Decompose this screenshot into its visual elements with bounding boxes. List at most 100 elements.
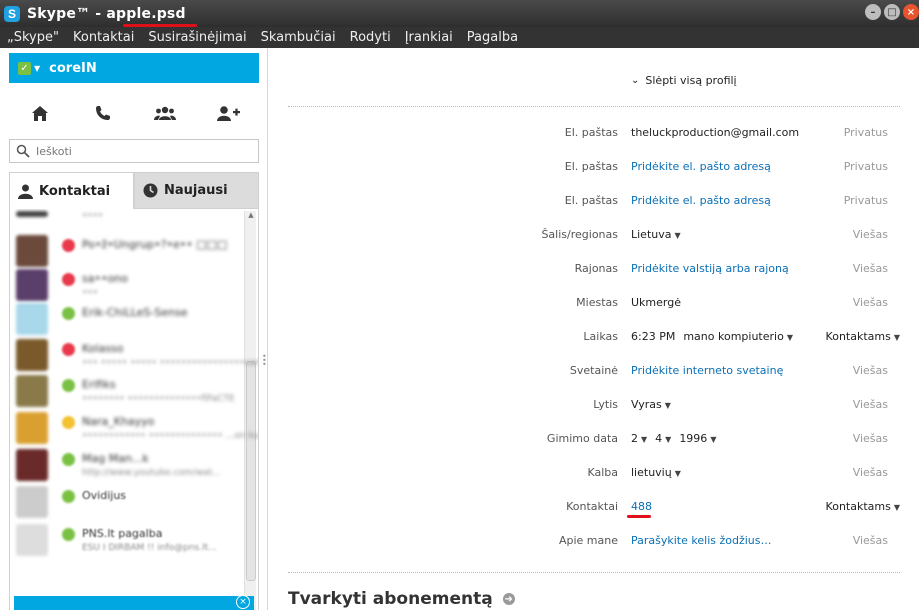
profile-field-row: Lytis Vyras ▼ Viešas — [269, 395, 919, 415]
privacy-setting: Viešas — [853, 432, 888, 445]
contact-mood-message: http://www.youtube.com/wat... — [82, 468, 221, 478]
profile-field-value[interactable]: theluckproduction@gmail.com — [631, 126, 799, 139]
menu-help[interactable]: Pagalba — [460, 30, 525, 45]
privacy-setting[interactable]: Kontaktams ▼ — [826, 500, 900, 513]
presence-status-icon — [62, 416, 75, 429]
dropdown-caret-icon[interactable]: ▼ — [675, 231, 681, 240]
tab-contacts[interactable]: Kontaktai — [9, 172, 134, 209]
menu-calls[interactable]: Skambučiai — [254, 30, 343, 45]
contact-mood-message: •••• — [82, 211, 104, 221]
privacy-setting-label: Kontaktams — [825, 500, 891, 513]
privacy-setting: Viešas — [853, 398, 888, 411]
profile-field-value[interactable]: Vyras ▼ — [631, 398, 671, 411]
profile-field-label: Rajonas — [574, 262, 618, 275]
profile-field-label: Kontaktai — [566, 500, 618, 513]
phone-icon[interactable] — [88, 101, 118, 125]
time-source-select[interactable]: mano kompiuterio ▼ — [683, 330, 793, 343]
quick-actions — [9, 98, 259, 128]
profile-field-row: El. paštas Pridėkite el. pašto adresą Priv… — [269, 191, 919, 211]
profile-field-value-text: 2 — [631, 432, 638, 445]
search-icon — [16, 144, 30, 158]
contact-item[interactable]: Nara_Khayyo •••••••••••• •••••••••••••• .… — [16, 408, 258, 448]
hide-profile-toggle[interactable]: ⌄ Slėpti visą profilį — [631, 74, 737, 87]
contact-avatar — [16, 303, 48, 335]
profile-field-value[interactable]: Pridėkite valstiją arba rajoną — [631, 262, 789, 275]
contact-item[interactable]: Mag Man...k http://www.youtube.com/wat... — [16, 445, 240, 485]
contact-mood-message: ESU I DIRBAM !! info@pns.lt... — [82, 543, 217, 553]
status-dropdown-icon[interactable]: ▼ — [34, 64, 40, 73]
privacy-setting-label: Viešas — [852, 228, 888, 241]
contact-mood-message: ••• ••••• ••••• ••••••••••••••••sam... — [82, 358, 259, 368]
maximize-button[interactable]: □ — [884, 4, 900, 20]
profile-field-value-text: Parašykite kelis žodžius… — [631, 534, 772, 547]
contact-name: Po•ž•Ungrup•?•e•• □□□ — [82, 238, 228, 251]
close-button[interactable]: × — [903, 4, 919, 20]
profile-field-label: Gimimo data — [546, 432, 618, 445]
arrow-right-icon[interactable]: ➜ — [502, 593, 515, 605]
minimize-button[interactable]: – — [865, 4, 881, 20]
profile-field-value[interactable]: 6:23 PM mano kompiuterio ▼ — [631, 330, 793, 343]
profile-field-value[interactable]: Pridėkite interneto svetainę — [631, 364, 783, 377]
divider — [288, 572, 900, 573]
scroll-up-icon[interactable]: ▲ — [245, 211, 257, 221]
menu-skype[interactable]: „Skype" — [0, 30, 66, 45]
privacy-setting[interactable]: Kontaktams ▼ — [826, 330, 900, 343]
privacy-setting-label: Viešas — [852, 262, 888, 275]
search-input[interactable] — [36, 144, 236, 158]
menu-contacts[interactable]: Kontaktai — [66, 30, 141, 45]
birth-year-select[interactable]: 1996 ▼ — [679, 432, 716, 445]
dropdown-caret-icon[interactable]: ▼ — [665, 401, 671, 410]
menu-conversations[interactable]: Susirašinėjimai — [141, 30, 253, 45]
panel-splitter[interactable]: • • • — [262, 353, 267, 369]
menu-tools[interactable]: Įrankiai — [398, 30, 460, 45]
profile-field-value[interactable]: lietuvių ▼ — [631, 466, 681, 479]
dropdown-caret-icon[interactable]: ▼ — [787, 333, 793, 342]
profile-field-value[interactable]: 488 — [631, 500, 652, 513]
profile-panel: ⌄ Slėpti visą profilį Tvarkyti abonement… — [269, 48, 919, 610]
user-status-bar[interactable]: ✓ ▼ coreIN — [9, 53, 259, 83]
profile-field-row: Apie mane Parašykite kelis žodžius… Viešas — [269, 531, 919, 551]
birth-day-select[interactable]: 4 ▼ — [655, 432, 671, 445]
profile-field-label: El. paštas — [564, 194, 618, 207]
tab-recent[interactable]: Naujausi — [134, 172, 259, 209]
profile-field-value[interactable]: Parašykite kelis žodžius… — [631, 534, 772, 547]
contact-item[interactable]: Ovidijus — [16, 482, 240, 522]
profile-field-value[interactable]: 2 ▼ 4 ▼ 1996 ▼ — [631, 432, 716, 445]
contact-item[interactable]: Kolasso ••• ••••• ••••• ••••••••••••••••s… — [16, 335, 258, 375]
add-contact-icon[interactable] — [213, 101, 243, 125]
close-icon[interactable]: × — [236, 595, 250, 609]
profile-field-label: Svetainė — [569, 364, 618, 377]
dropdown-caret-icon[interactable]: ▼ — [665, 435, 671, 444]
profile-field-value[interactable]: Ukmergė — [631, 296, 681, 309]
birth-year-value: 1996 — [679, 432, 708, 445]
scroll-thumb[interactable] — [246, 361, 256, 581]
profile-field-value-text: 488 — [631, 500, 652, 513]
profile-field-value[interactable]: Lietuva ▼ — [631, 228, 681, 241]
group-icon[interactable] — [150, 101, 180, 125]
contact-item[interactable]: Erik-ChiLLeS-Sense — [16, 299, 240, 339]
promo-banner[interactable]: × — [14, 595, 254, 610]
dropdown-caret-icon[interactable]: ▼ — [894, 503, 900, 512]
contact-mood-message: •••••••• ••••••••••••••fiFaCTE — [82, 394, 235, 404]
contact-avatar — [16, 269, 48, 301]
contact-list-scrollbar[interactable]: ▲ ▼ — [244, 211, 256, 610]
privacy-setting-label: Viešas — [852, 398, 888, 411]
contact-name: Ovidijus — [82, 489, 127, 502]
manage-subscription-heading[interactable]: Tvarkyti abonementą ➜ — [288, 589, 515, 609]
contact-item[interactable]: Erifiks •••••••• ••••••••••••••fiFaCTE — [16, 371, 240, 411]
home-icon[interactable] — [25, 101, 55, 125]
presence-status-icon — [62, 379, 75, 392]
profile-field-label: Miestas — [576, 296, 618, 309]
dropdown-caret-icon[interactable]: ▼ — [894, 333, 900, 342]
profile-field-value[interactable]: Pridėkite el. pašto adresą — [631, 160, 771, 173]
search-box[interactable] — [9, 139, 259, 163]
profile-field-value[interactable]: Pridėkite el. pašto adresą — [631, 194, 771, 207]
menu-view[interactable]: Rodyti — [343, 30, 398, 45]
dropdown-caret-icon[interactable]: ▼ — [641, 435, 647, 444]
dropdown-caret-icon[interactable]: ▼ — [675, 469, 681, 478]
contact-list: ▲ ▼ •••• Po•ž•Ungrup•?•e•• □□□ sa••ono ••• E… — [9, 209, 259, 610]
online-status-icon[interactable]: ✓ — [18, 61, 31, 75]
contact-item[interactable]: PNS.lt pagalba ESU I DIRBAM !! info@pns.l… — [16, 520, 240, 560]
dropdown-caret-icon[interactable]: ▼ — [710, 435, 716, 444]
privacy-setting: Viešas — [853, 262, 888, 275]
